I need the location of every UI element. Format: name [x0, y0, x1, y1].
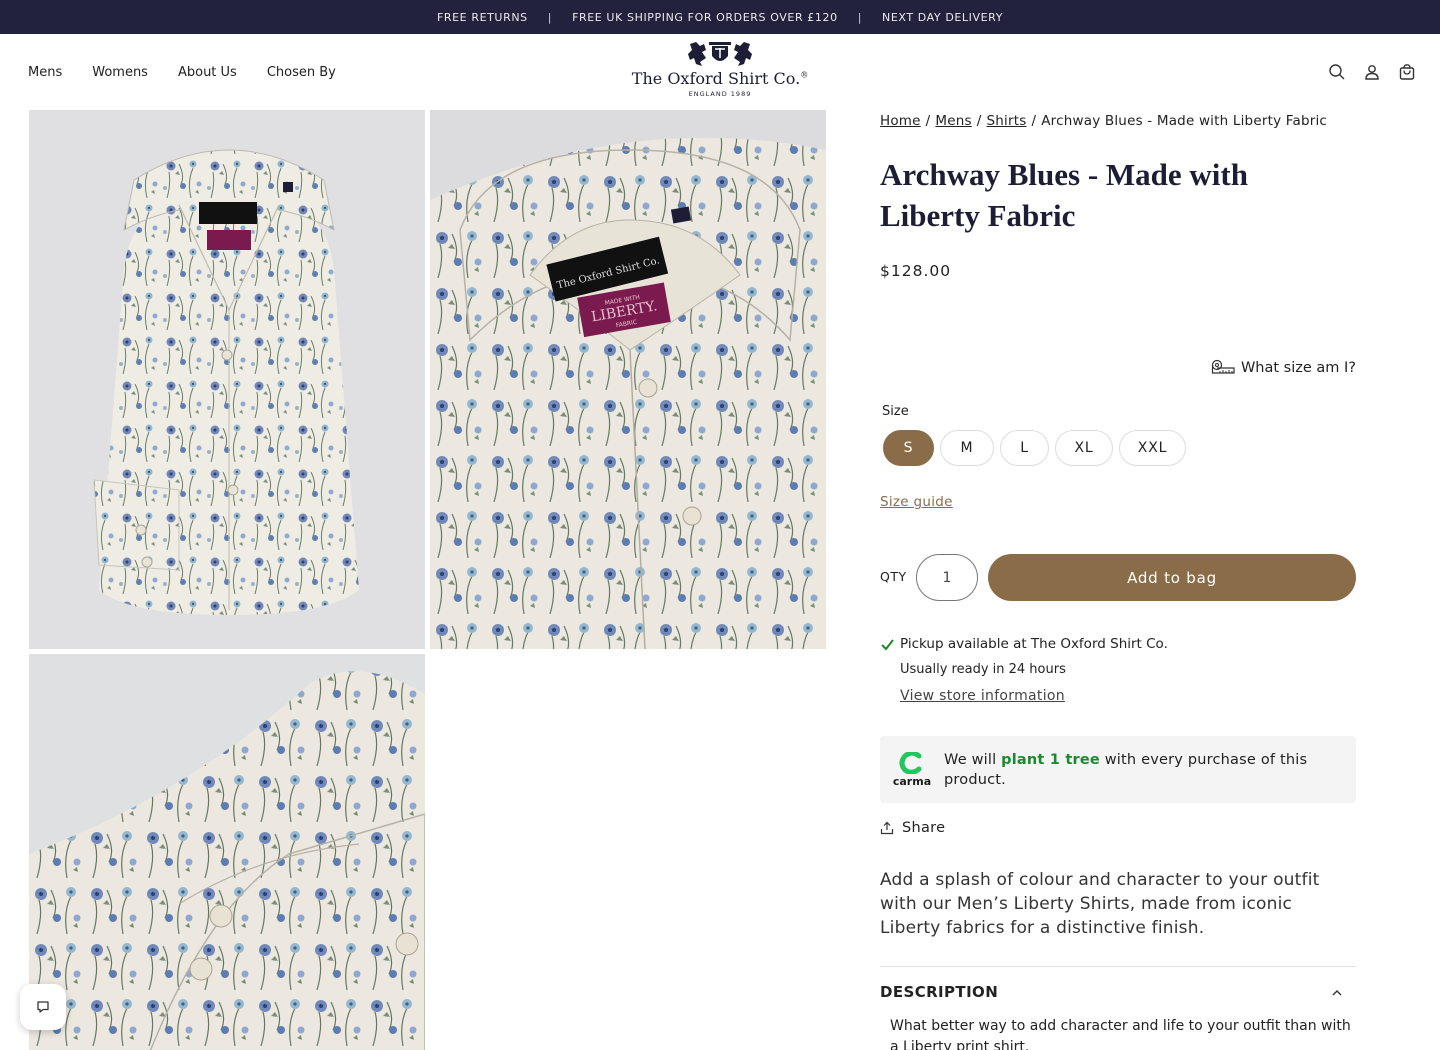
breadcrumb-shirts[interactable]: Shirts [987, 113, 1027, 129]
breadcrumb-separator: / [1031, 113, 1037, 129]
description-body: What better way to add character and lif… [890, 1018, 1351, 1050]
nav-item-chosen-by[interactable]: Chosen By [267, 65, 336, 80]
pickup-ready-text: Usually ready in 24 hours [900, 662, 1066, 677]
qty-label: QTY [880, 569, 907, 584]
header-icons [1328, 34, 1416, 110]
tape-measure-icon [1211, 359, 1235, 374]
product-image-collar[interactable]: The Oxford Shirt Co. MADE WITH LIBERTY. … [430, 110, 826, 649]
product-info: Home / Mens / Shirts / Archway Blues - Made wi… [880, 110, 1356, 1050]
size-option-xxl[interactable]: XXL [1119, 430, 1186, 466]
description-accordion-toggle[interactable]: DESCRIPTION [880, 980, 1356, 1004]
view-store-information-link[interactable]: View store information [900, 688, 1168, 704]
pickup-available-text: Pickup available at The Oxford Shirt Co. [900, 636, 1168, 652]
breadcrumb: Home / Mens / Shirts / Archway Blues - Made wi… [880, 110, 1356, 132]
chevron-up-icon [1332, 989, 1342, 995]
announcement-separator: | [547, 10, 553, 24]
size-label: Size [882, 404, 909, 419]
account-icon[interactable] [1363, 63, 1381, 81]
announcement-separator: | [857, 10, 863, 24]
checkmark-icon [881, 638, 894, 651]
carma-message: We will plant 1 tree with every purchase… [944, 750, 1344, 790]
logo-name: The Oxford Shirt Co. [631, 69, 801, 88]
nav-item-about-us[interactable]: About Us [178, 65, 237, 80]
breadcrumb-home[interactable]: Home [880, 113, 921, 129]
breadcrumb-mens[interactable]: Mens [935, 113, 971, 129]
announcement-bar: FREE RETURNS | FREE UK SHIPPING FOR ORDE… [0, 0, 1440, 34]
pickup-availability: Pickup available at The Oxford Shirt Co.… [880, 636, 1168, 704]
logo-est: ENGLAND 1989 [688, 90, 752, 98]
carma-logo-text: carma [892, 774, 932, 788]
size-help-link[interactable]: What size am I? [1211, 358, 1356, 378]
quantity-input[interactable]: 1 [916, 554, 978, 601]
logo-registered: ® [800, 70, 809, 80]
product-title-line1: Archway Blues - Made with [880, 157, 1248, 192]
announcement-item: NEXT DAY DELIVERY [882, 10, 1004, 24]
breadcrumb-separator: / [925, 113, 931, 129]
breadcrumb-current: Archway Blues - Made with Liberty Fabric [1041, 113, 1328, 129]
carma-leaf-icon [899, 751, 922, 774]
breadcrumb-separator: / [976, 113, 982, 129]
nav-item-womens[interactable]: Womens [92, 65, 148, 80]
size-guide-link[interactable]: Size guide [880, 494, 953, 510]
carma-highlight: plant 1 tree [1001, 751, 1100, 768]
product-price: $128.00 [880, 262, 952, 280]
carma-logo: carma [880, 751, 944, 788]
product-image-front[interactable] [29, 110, 425, 649]
size-option-l[interactable]: L [1000, 430, 1049, 466]
announcement-item: FREE UK SHIPPING FOR ORDERS OVER £120 [572, 10, 838, 24]
site-header: Mens Womens About Us Chosen By The Oxfor… [0, 34, 1440, 110]
share-label: Share [902, 820, 946, 836]
nav-item-mens[interactable]: Mens [28, 65, 62, 80]
search-icon[interactable] [1328, 63, 1346, 81]
heraldic-crest-icon [688, 42, 752, 66]
divider [880, 966, 1356, 967]
announcement-item: FREE RETURNS [436, 10, 528, 24]
add-to-bag-button[interactable]: Add to bag [988, 554, 1356, 601]
size-help-label: What size am I? [1240, 360, 1356, 376]
product-image-cuff[interactable] [29, 654, 425, 1050]
size-option-xl[interactable]: XL [1055, 430, 1113, 466]
description-heading: DESCRIPTION [880, 983, 999, 1001]
share-button[interactable]: Share [880, 820, 945, 836]
size-option-m[interactable]: M [940, 430, 994, 466]
size-option-s[interactable]: S [883, 430, 934, 466]
purchase-row: QTY 1 Add to bag [880, 554, 1356, 601]
site-logo[interactable]: The Oxford Shirt Co.® ENGLAND 1989 [630, 40, 810, 104]
product-title: Archway Blues - Made with Liberty Fabric [880, 154, 1356, 236]
carma-text-before: We will [944, 751, 1002, 768]
bag-icon[interactable] [1398, 63, 1416, 81]
size-selector: S M L XL XXL [883, 430, 1186, 466]
carma-banner: carma We will plant 1 tree with every pu… [880, 736, 1356, 803]
main-nav: Mens Womens About Us Chosen By [28, 34, 336, 110]
product-title-line2: Liberty Fabric [880, 198, 1076, 233]
product-blurb: Add a splash of colour and character to … [880, 870, 1320, 938]
share-icon [880, 821, 894, 835]
chat-button[interactable] [20, 984, 66, 1030]
chat-bubble-icon [37, 1001, 49, 1013]
